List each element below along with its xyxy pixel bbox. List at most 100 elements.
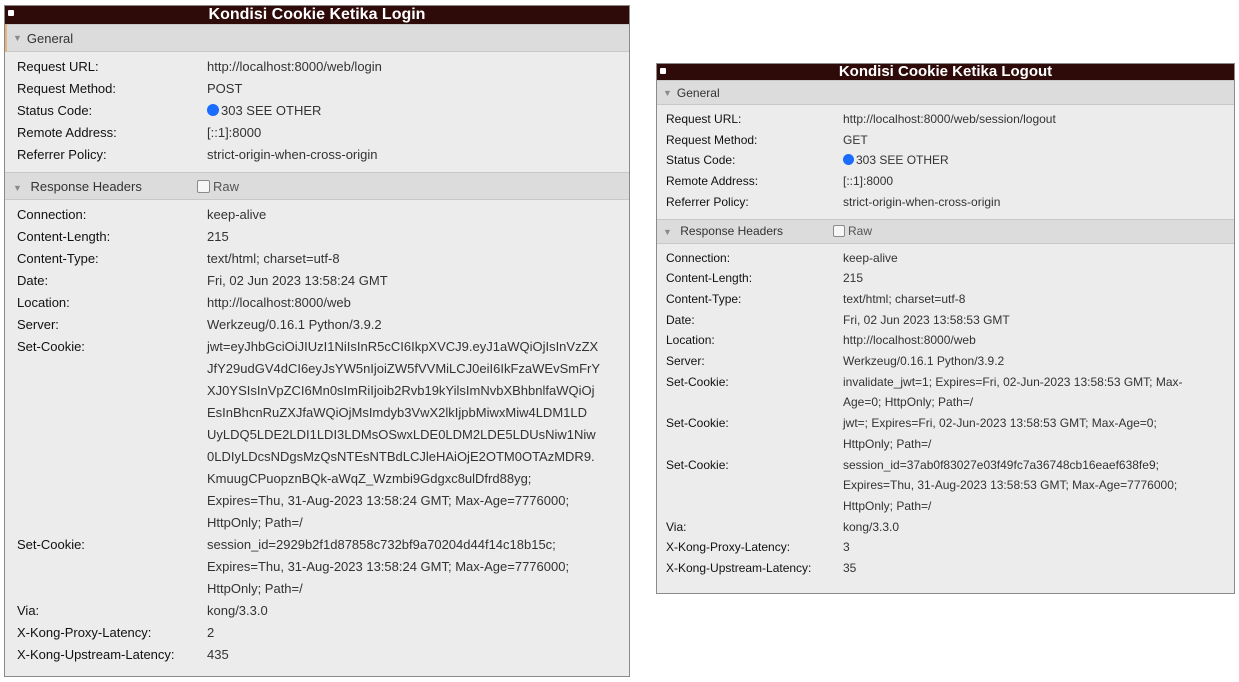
- raw-checkbox[interactable]: [197, 179, 210, 193]
- header-value-line: http://localhost:8000/web: [207, 295, 351, 310]
- raw-checkbox[interactable]: [833, 225, 845, 238]
- header-value: 3: [843, 537, 1213, 558]
- header-key: Request URL:: [666, 112, 742, 126]
- header-key: Request Method:: [666, 132, 758, 147]
- header-value: Fri, 02 Jun 2023 13:58:53 GMT: [843, 310, 1213, 331]
- login-general-section-header[interactable]: ▼ General: [5, 24, 629, 52]
- header-value: Werkzeug/0.16.1 Python/3.9.2: [843, 351, 1213, 372]
- header-key: X-Kong-Proxy-Latency:: [17, 625, 152, 640]
- header-key: Date:: [17, 273, 49, 288]
- header-row: Connection: keep-alive: [657, 248, 1234, 269]
- header-row: Location: http://localhost:8000/web: [657, 330, 1234, 351]
- logout-general-rows: Request URL: http://localhost:8000/web/se…: [657, 105, 1234, 219]
- header-value: Fri, 02 Jun 2023 13:58:24 GMT: [207, 270, 622, 292]
- header-value: text/html; charset=utf-8: [207, 248, 622, 270]
- header-value: strict-origin-when-cross-origin: [207, 144, 622, 166]
- header-value: 215: [843, 268, 1213, 289]
- status-dot-icon: [207, 104, 219, 116]
- header-value-text: 303 SEE OTHER: [221, 103, 322, 118]
- general-label: General: [676, 85, 720, 100]
- header-key: Content-Type:: [17, 251, 99, 266]
- login-response-headers-section-header[interactable]: ▼ Response Headers Raw: [5, 172, 629, 200]
- header-value: http://localhost:8000/web: [207, 292, 622, 314]
- header-value: session_id=2929b2f1d87858c732bf9a70204d4…: [207, 534, 622, 600]
- header-row: Content-Length: 215: [5, 226, 629, 248]
- header-value-line: Expires=Thu, 31-Aug-2023 13:58:53 GMT; M…: [843, 478, 1178, 493]
- header-key: Status Code:: [666, 153, 736, 168]
- header-row: Set-Cookie: invalidate_jwt=1; Expires=Fri…: [657, 372, 1234, 413]
- header-key: X-Kong-Proxy-Latency:: [666, 540, 791, 555]
- header-value-line: http://localhost:8000/web: [843, 333, 976, 348]
- header-row: Request URL: http://localhost:8000/web/se…: [657, 109, 1234, 130]
- header-key: Request Method:: [17, 81, 117, 96]
- header-value-line: HttpOnly; Path=/: [207, 581, 303, 596]
- header-value-line: JfY29udGV4dCI6eyJsYW5nIjoiZW5fVVMiLCJ0ei…: [207, 361, 601, 376]
- window-menu-icon[interactable]: [8, 10, 14, 16]
- collapse-triangle-icon[interactable]: ▼: [663, 88, 672, 98]
- login-response-header-rows: Connection: keep-alive Content-Length: 215 C…: [5, 200, 629, 672]
- header-value-line: session_id=37ab0f83027e03f49fc7a36748cb1…: [843, 457, 1159, 472]
- header-value-line: 215: [207, 229, 229, 244]
- header-row: Status Code: 303 SEE OTHER: [5, 100, 629, 122]
- header-value-line: keep-alive: [207, 207, 267, 222]
- header-value-line: 435: [207, 647, 229, 662]
- header-value-line: 3: [843, 540, 850, 555]
- collapse-triangle-icon[interactable]: ▼: [13, 33, 22, 43]
- header-value-text: [::1]:8000: [843, 174, 894, 189]
- header-value-line: HttpOnly; Path=/: [843, 498, 932, 513]
- header-value-line: XJ0YSIsInVpZCI6Mn0sImRiIjoib2Rvb19kYilsI…: [207, 383, 595, 398]
- header-row: Remote Address: [::1]:8000: [657, 171, 1234, 192]
- header-value-text: [::1]:8000: [207, 125, 262, 140]
- header-row: Request URL: http://localhost:8000/web/lo…: [5, 56, 629, 78]
- logout-general-section-header[interactable]: ▼ General: [657, 80, 1234, 105]
- header-value: GET: [843, 130, 1213, 151]
- header-value: jwt=; Expires=Fri, 02-Jun-2023 13:58:53 …: [843, 413, 1213, 454]
- header-row: X-Kong-Proxy-Latency: 3: [657, 537, 1234, 558]
- login-panel: Kondisi Cookie Ketika Login ▼ General Re…: [4, 5, 630, 677]
- raw-label: Raw: [213, 178, 240, 194]
- header-value-line: 215: [843, 271, 864, 286]
- logout-panel: Kondisi Cookie Ketika Logout ▼ General R…: [656, 63, 1235, 594]
- header-key: Referrer Policy:: [17, 147, 107, 162]
- header-key: Status Code:: [17, 103, 93, 118]
- header-key: Via:: [17, 603, 40, 618]
- header-value-line: 0LDIyLDcsNDgsMzQsNTEsNTBdLCJleHAiOjE2OTM…: [207, 449, 595, 464]
- collapse-triangle-icon[interactable]: ▼: [13, 183, 22, 193]
- login-general-rows: Request URL: http://localhost:8000/web/lo…: [5, 52, 629, 172]
- logout-response-headers-section-header[interactable]: ▼ Response Headers Raw: [657, 218, 1234, 244]
- header-key: X-Kong-Upstream-Latency:: [666, 561, 812, 576]
- header-value-line: Expires=Thu, 31-Aug-2023 13:58:24 GMT; M…: [207, 559, 570, 574]
- header-value-line: Expires=Thu, 31-Aug-2023 13:58:24 GMT; M…: [207, 493, 570, 508]
- header-row: Via: kong/3.3.0: [657, 517, 1234, 538]
- header-value-line: 2: [207, 625, 215, 640]
- collapse-triangle-icon[interactable]: ▼: [663, 227, 672, 237]
- header-value: 215: [207, 226, 622, 248]
- header-value-line: keep-alive: [843, 250, 898, 265]
- header-value: POST: [207, 78, 622, 100]
- response-headers-label: Response Headers: [30, 178, 142, 194]
- header-row: Request Method: GET: [657, 130, 1234, 151]
- header-value-line: Age=0; HttpOnly; Path=/: [843, 395, 974, 410]
- header-value-line: kong/3.3.0: [207, 603, 268, 618]
- header-value-line: EsInBhcnRuZXJfaWQiOjMsImdyb3VwX2lkIjpbMi…: [207, 405, 587, 420]
- header-value: http://localhost:8000/web/login: [207, 56, 622, 78]
- header-value-line: jwt=; Expires=Fri, 02-Jun-2023 13:58:53 …: [843, 416, 1157, 431]
- status-dot-icon: [843, 154, 854, 166]
- header-value-line: Werkzeug/0.16.1 Python/3.9.2: [207, 317, 382, 332]
- header-value: 35: [843, 558, 1213, 579]
- header-value: http://localhost:8000/web: [843, 330, 1213, 351]
- header-row: Remote Address: [::1]:8000: [5, 122, 629, 144]
- header-value-line: UyLDQ5LDE2LDI1LDI3LDMsOSwxLDE0LDM2LDE5LD…: [207, 427, 596, 442]
- window-menu-icon[interactable]: [660, 68, 666, 74]
- header-row: Request Method: POST: [5, 78, 629, 100]
- header-value-text: POST: [207, 81, 243, 96]
- login-title: Kondisi Cookie Ketika Login: [208, 6, 426, 23]
- header-value-line: Fri, 02 Jun 2023 13:58:53 GMT: [843, 312, 1010, 327]
- header-value: strict-origin-when-cross-origin: [843, 192, 1213, 213]
- logout-title: Kondisi Cookie Ketika Logout: [838, 63, 1053, 80]
- logout-response-header-rows: Connection: keep-alive Content-Length: 215 C…: [657, 244, 1234, 585]
- header-value-line: KmuugCPuopznBQk-aWqZ_Wzmbi9Gdgxc8ulDfrd8…: [207, 471, 532, 486]
- header-row: Set-Cookie: session_id=37ab0f83027e03f49f…: [657, 455, 1234, 517]
- header-key: Location:: [666, 333, 715, 348]
- header-value: kong/3.3.0: [843, 517, 1213, 538]
